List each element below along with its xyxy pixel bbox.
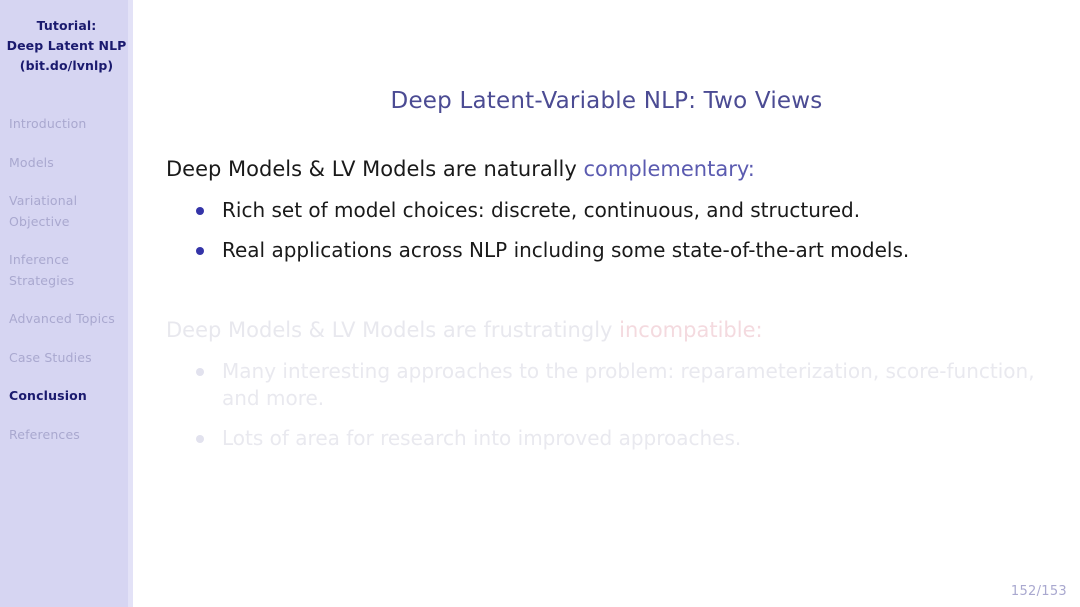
- visible-lead-prefix: Deep Models & LV Models are naturally: [166, 157, 584, 181]
- bullet-dot-icon: [196, 368, 204, 376]
- sidebar: Tutorial: Deep Latent NLP (bit.do/lvnlp)…: [0, 0, 133, 607]
- list-item-text: Many interesting approaches to the probl…: [222, 359, 1035, 410]
- sidebar-item-references[interactable]: References: [9, 425, 127, 446]
- faded-content-block: Deep Models & LV Models are frustratingl…: [166, 316, 1056, 452]
- slide-body: Deep Models & LV Models are naturally co…: [166, 155, 1056, 465]
- bullet-dot-icon: [196, 435, 204, 443]
- list-item: Real applications across NLP including s…: [192, 237, 1056, 264]
- faded-lead-prefix: Deep Models & LV Models are frustratingl…: [166, 318, 620, 342]
- list-item: Lots of area for research into improved …: [192, 425, 1056, 452]
- sidebar-navigation: Introduction Models Variational Objectiv…: [0, 114, 133, 445]
- list-item: Many interesting approaches to the probl…: [192, 358, 1056, 412]
- sidebar-item-case-studies[interactable]: Case Studies: [9, 348, 127, 369]
- visible-bullet-list: Rich set of model choices: discrete, con…: [166, 197, 1056, 264]
- presentation-slide: Tutorial: Deep Latent NLP (bit.do/lvnlp)…: [0, 0, 1080, 607]
- visible-lead-statement: Deep Models & LV Models are naturally co…: [166, 155, 1056, 183]
- list-item: Rich set of model choices: discrete, con…: [192, 197, 1056, 224]
- sidebar-item-conclusion[interactable]: Conclusion: [9, 386, 127, 407]
- bullet-dot-icon: [196, 247, 204, 255]
- sidebar-tutorial-title: Tutorial: Deep Latent NLP (bit.do/lvnlp): [0, 0, 133, 76]
- bullet-dot-icon: [196, 207, 204, 215]
- faded-lead-accent: incompatible:: [619, 318, 763, 342]
- list-item-text: Rich set of model choices: discrete, con…: [222, 198, 861, 222]
- sidebar-item-inference-strategies[interactable]: Inference Strategies: [9, 250, 127, 291]
- sidebar-item-advanced-topics[interactable]: Advanced Topics: [9, 309, 127, 330]
- visible-lead-accent: complementary:: [583, 157, 755, 181]
- faded-lead-statement: Deep Models & LV Models are frustratingl…: [166, 316, 1056, 344]
- list-item-text: Real applications across NLP including s…: [222, 238, 910, 262]
- sidebar-item-models[interactable]: Models: [9, 153, 127, 174]
- slide-content-area: Deep Latent-Variable NLP: Two Views Deep…: [133, 0, 1080, 607]
- sidebar-title-line-3: (bit.do/lvnlp): [19, 58, 114, 73]
- sidebar-item-introduction[interactable]: Introduction: [9, 114, 127, 135]
- list-item-text: Lots of area for research into improved …: [222, 426, 742, 450]
- sidebar-title-line-1: Tutorial:: [36, 18, 97, 33]
- page-number: 152/153: [1010, 584, 1067, 599]
- slide-title: Deep Latent-Variable NLP: Two Views: [390, 88, 823, 114]
- sidebar-title-line-2: Deep Latent NLP: [6, 38, 127, 53]
- sidebar-item-variational-objective[interactable]: Variational Objective: [9, 191, 127, 232]
- visible-content-block: Deep Models & LV Models are naturally co…: [166, 155, 1056, 264]
- faded-bullet-list: Many interesting approaches to the probl…: [166, 358, 1056, 452]
